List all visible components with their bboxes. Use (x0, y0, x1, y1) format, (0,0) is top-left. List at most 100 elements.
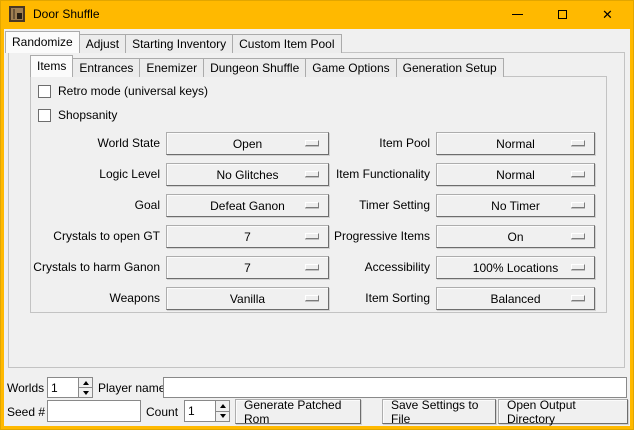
progressive-items-label: Progressive Items (320, 229, 430, 244)
item-sorting-label: Item Sorting (320, 291, 430, 306)
timer-setting-value: No Timer (491, 199, 540, 213)
goal-value: Defeat Ganon (210, 199, 285, 213)
seed-input[interactable] (47, 400, 141, 422)
down-arrow-icon (220, 414, 226, 418)
count-spin-up[interactable] (216, 401, 229, 411)
weapons-value: Vanilla (230, 292, 265, 306)
save-settings-button[interactable]: Save Settings to File (382, 399, 496, 424)
main-tab-bar: Randomize Adjust Starting Inventory Cust… (5, 31, 341, 53)
minimize-icon (512, 14, 523, 15)
tab-enemizer[interactable]: Enemizer (139, 58, 204, 77)
sub-tab-bar: Items Entrances Enemizer Dungeon Shuffle… (30, 55, 503, 77)
seed-label: Seed # (7, 405, 45, 419)
worlds-input[interactable] (48, 378, 78, 397)
crystals-gt-dropdown[interactable]: 7 (166, 225, 329, 248)
tab-dungeon-shuffle[interactable]: Dungeon Shuffle (203, 58, 306, 77)
weapons-dropdown[interactable]: Vanilla (166, 287, 329, 310)
close-button[interactable]: ✕ (585, 0, 630, 29)
progressive-items-value: On (507, 230, 523, 244)
count-spinbox (184, 400, 230, 422)
progressive-items-dropdown[interactable]: On (436, 225, 595, 248)
maximize-button[interactable] (540, 0, 585, 29)
up-arrow-icon (220, 404, 226, 408)
down-arrow-icon (83, 391, 89, 395)
dropdown-indicator-icon (571, 140, 585, 146)
goal-label: Goal (20, 198, 160, 213)
timer-setting-label: Timer Setting (320, 198, 430, 213)
dropdown-indicator-icon (305, 171, 319, 177)
tab-entrances[interactable]: Entrances (72, 58, 140, 77)
dropdown-indicator-icon (571, 264, 585, 270)
dropdown-indicator-icon (571, 171, 585, 177)
logic-level-dropdown[interactable]: No Glitches (166, 163, 329, 186)
dropdown-indicator-icon (305, 264, 319, 270)
worlds-spin-buttons (78, 378, 92, 397)
item-functionality-value: Normal (496, 168, 535, 182)
door-icon-detail (13, 9, 15, 19)
window-controls: ✕ (495, 0, 630, 29)
dropdown-indicator-icon (571, 295, 585, 301)
count-spin-buttons (215, 401, 229, 421)
crystals-ganon-dropdown[interactable]: 7 (166, 256, 329, 279)
count-label: Count (146, 405, 178, 419)
tab-adjust[interactable]: Adjust (79, 34, 126, 53)
shopsanity-row: Shopsanity (38, 108, 117, 122)
open-output-directory-button[interactable]: Open Output Directory (498, 399, 628, 424)
item-functionality-label: Item Functionality (320, 167, 430, 182)
accessibility-dropdown[interactable]: 100% Locations (436, 256, 595, 279)
retro-mode-checkbox[interactable] (38, 85, 51, 98)
world-state-dropdown[interactable]: Open (166, 132, 329, 155)
tab-items[interactable]: Items (30, 55, 73, 77)
shopsanity-checkbox[interactable] (38, 109, 51, 122)
maximize-icon (558, 10, 567, 19)
item-pool-value: Normal (496, 137, 535, 151)
minimize-button[interactable] (495, 0, 540, 29)
app-window: Door Shuffle ✕ Randomize Adjust Starting… (0, 0, 634, 430)
close-icon: ✕ (602, 8, 613, 21)
worlds-label: Worlds (7, 381, 44, 395)
goal-dropdown[interactable]: Defeat Ganon (166, 194, 329, 217)
worlds-spin-up[interactable] (79, 378, 92, 387)
weapons-label: Weapons (20, 291, 160, 306)
dropdown-indicator-icon (305, 202, 319, 208)
retro-mode-label: Retro mode (universal keys) (58, 85, 208, 98)
crystals-gt-label: Crystals to open GT (20, 229, 160, 244)
generate-patched-rom-button[interactable]: Generate Patched Rom (235, 399, 361, 424)
worlds-spinbox (47, 377, 93, 398)
dropdown-indicator-icon (305, 233, 319, 239)
count-spin-down[interactable] (216, 411, 229, 422)
door-icon (9, 6, 25, 22)
player-names-input[interactable] (163, 377, 627, 398)
item-pool-label: Item Pool (320, 136, 430, 151)
up-arrow-icon (83, 381, 89, 385)
dropdown-indicator-icon (305, 295, 319, 301)
tab-randomize[interactable]: Randomize (5, 31, 80, 53)
item-sorting-dropdown[interactable]: Balanced (436, 287, 595, 310)
world-state-label: World State (20, 136, 160, 151)
logic-level-label: Logic Level (20, 167, 160, 182)
tab-starting-inventory[interactable]: Starting Inventory (125, 34, 233, 53)
title-bar: Door Shuffle ✕ (0, 0, 634, 29)
count-input[interactable] (185, 401, 215, 421)
tab-game-options[interactable]: Game Options (305, 58, 396, 77)
keyhole-icon (17, 13, 22, 19)
tab-generation-setup[interactable]: Generation Setup (396, 58, 504, 77)
player-names-label: Player names (98, 381, 171, 395)
dropdown-indicator-icon (571, 202, 585, 208)
tab-custom-item-pool[interactable]: Custom Item Pool (232, 34, 341, 53)
window-title: Door Shuffle (33, 7, 100, 21)
item-sorting-value: Balanced (490, 292, 540, 306)
timer-setting-dropdown[interactable]: No Timer (436, 194, 595, 217)
world-state-value: Open (233, 137, 262, 151)
retro-mode-row: Retro mode (universal keys) (38, 84, 208, 98)
dropdown-indicator-icon (571, 233, 585, 239)
accessibility-value: 100% Locations (473, 261, 558, 275)
item-functionality-dropdown[interactable]: Normal (436, 163, 595, 186)
accessibility-label: Accessibility (320, 260, 430, 275)
worlds-spin-down[interactable] (79, 387, 92, 397)
shopsanity-label: Shopsanity (58, 109, 117, 122)
dropdown-indicator-icon (305, 140, 319, 146)
crystals-ganon-value: 7 (244, 261, 251, 275)
crystals-ganon-label: Crystals to harm Ganon (20, 260, 160, 275)
item-pool-dropdown[interactable]: Normal (436, 132, 595, 155)
